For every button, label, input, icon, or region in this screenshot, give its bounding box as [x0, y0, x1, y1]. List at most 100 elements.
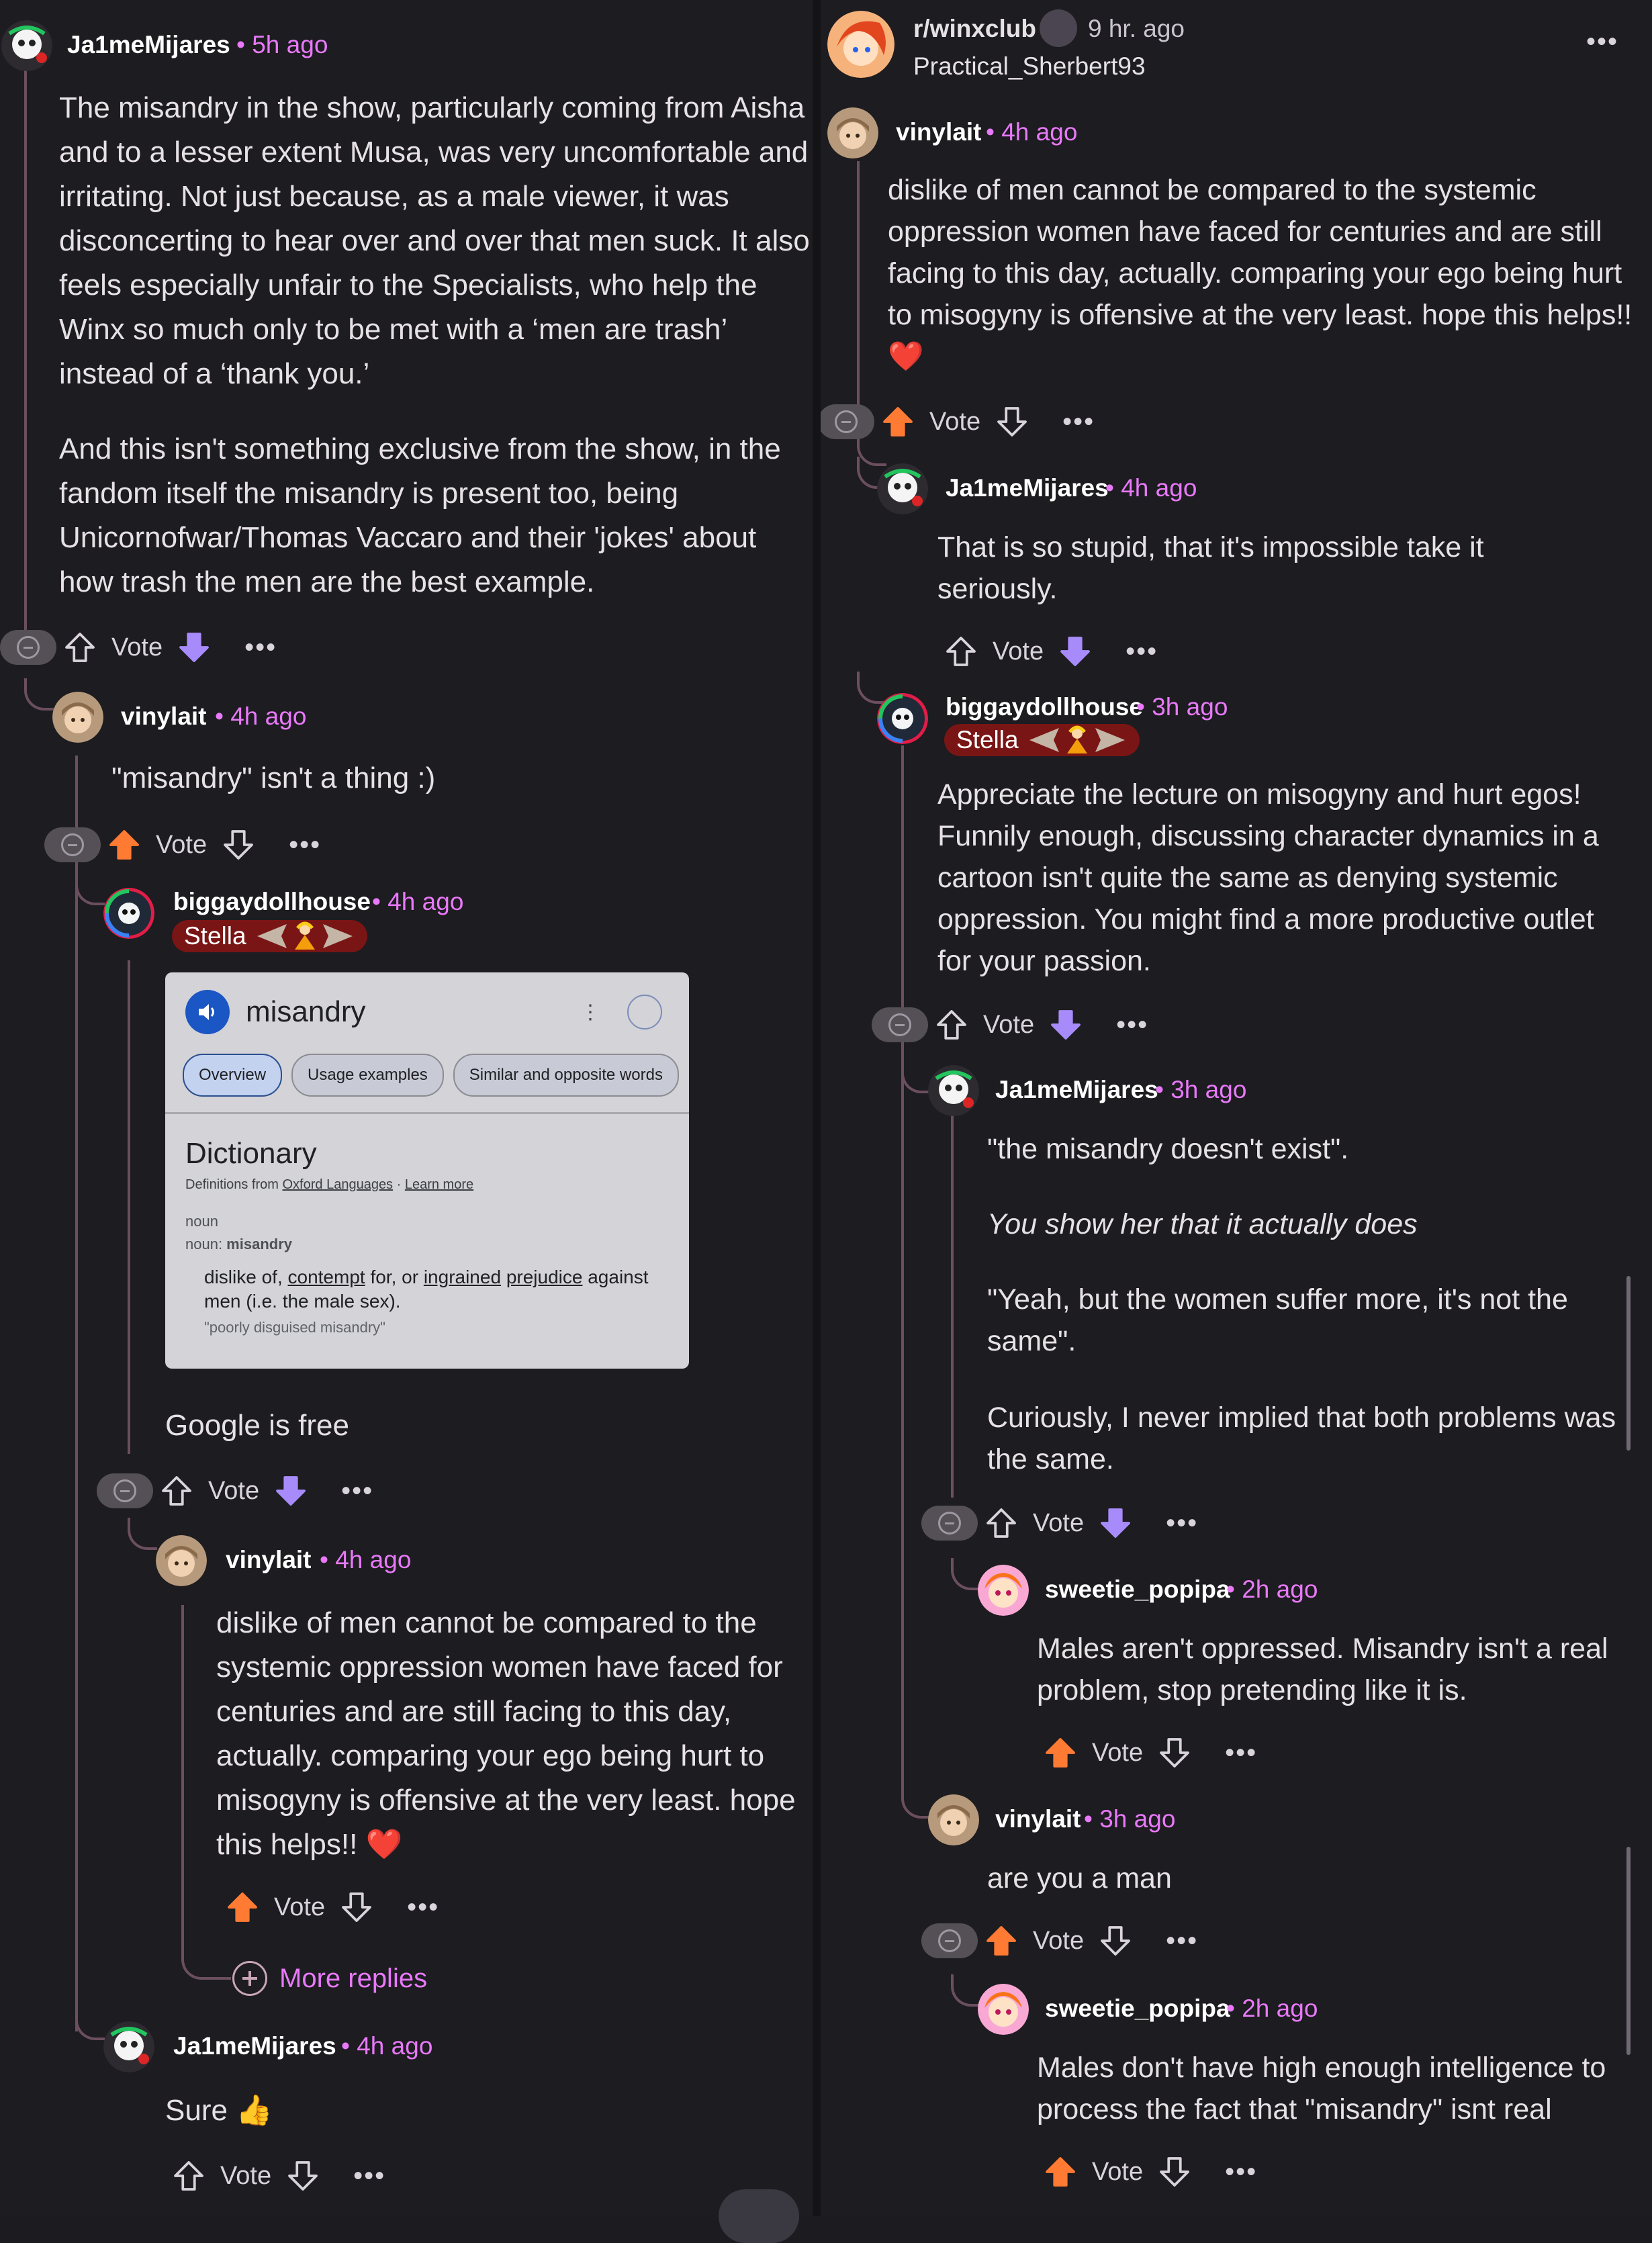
scrollbar[interactable] — [1626, 1276, 1631, 1451]
collapse-button[interactable] — [921, 1506, 978, 1541]
action-bar: Vote ••• — [44, 825, 321, 865]
user-avatar[interactable] — [877, 463, 928, 514]
upvote-icon[interactable] — [160, 1474, 193, 1508]
username[interactable]: vinylait — [995, 1805, 1081, 1833]
user-flair: Stella — [172, 920, 367, 952]
downvote-icon[interactable] — [286, 2159, 320, 2193]
downvote-icon[interactable] — [340, 1890, 373, 1924]
overflow-menu-icon[interactable]: ••• — [1586, 27, 1618, 57]
upvote-icon[interactable] — [63, 631, 97, 664]
more-replies-button[interactable]: More replies — [232, 1961, 427, 1996]
username[interactable]: biggaydollhouse — [946, 693, 1143, 721]
subreddit-name[interactable]: r/winxclub — [913, 15, 1036, 43]
downvote-icon[interactable] — [1099, 1506, 1132, 1540]
user-avatar[interactable] — [877, 693, 928, 744]
timestamp: • 5h ago — [236, 31, 328, 58]
vote-label: Vote — [1092, 1738, 1144, 1767]
downvote-icon[interactable] — [1099, 1924, 1132, 1958]
username[interactable]: Ja1meMijares — [946, 474, 1109, 502]
tab-similar-opposite: Similar and opposite words — [453, 1054, 679, 1097]
user-avatar[interactable] — [928, 1794, 979, 1845]
more-options-icon[interactable]: ••• — [1126, 637, 1158, 667]
username[interactable]: vinylait — [896, 118, 982, 146]
more-options-icon[interactable]: ••• — [1166, 1926, 1198, 1956]
more-options-icon[interactable]: ••• — [1062, 407, 1095, 437]
downvote-icon[interactable] — [274, 1474, 308, 1508]
username[interactable]: Ja1meMijares — [67, 31, 230, 59]
collapse-icon — [61, 833, 84, 856]
subreddit-icon[interactable] — [827, 11, 894, 78]
upvote-icon[interactable] — [984, 1506, 1018, 1540]
more-options-icon[interactable]: ••• — [353, 2161, 385, 2191]
more-options-icon[interactable]: ••• — [341, 1476, 373, 1506]
upvote-icon[interactable] — [935, 1008, 968, 1042]
username[interactable]: Ja1meMijares — [173, 2032, 336, 2060]
username[interactable]: vinylait — [226, 1546, 312, 1574]
thread-elbow — [951, 1974, 980, 2007]
more-options-icon[interactable]: ••• — [1166, 1508, 1198, 1539]
timestamp: • 4h ago — [986, 118, 1078, 146]
upvote-icon[interactable] — [107, 828, 141, 862]
user-avatar[interactable] — [978, 1984, 1029, 2035]
user-avatar[interactable] — [827, 107, 878, 158]
user-avatar[interactable] — [52, 692, 103, 743]
more-options-icon[interactable]: ••• — [244, 633, 277, 663]
upvote-icon[interactable] — [226, 1890, 259, 1924]
downvote-icon[interactable] — [1158, 1736, 1191, 1770]
more-options-icon[interactable]: ••• — [1225, 2157, 1257, 2187]
collapse-icon — [938, 1512, 961, 1535]
more-options-icon[interactable]: ••• — [289, 830, 321, 860]
collapse-button[interactable] — [821, 404, 874, 439]
vote-label: Vote — [220, 2161, 272, 2190]
vote-label: Vote — [274, 1892, 326, 1921]
panel-divider — [813, 0, 821, 2216]
user-avatar[interactable] — [978, 1565, 1029, 1616]
username[interactable]: sweetie_popipa — [1045, 1995, 1230, 2023]
user-avatar[interactable] — [103, 888, 154, 939]
downvote-icon[interactable] — [222, 828, 255, 862]
vote-label: Vote — [929, 407, 981, 436]
example: "poorly disguised misandry" — [204, 1319, 385, 1336]
more-options-icon[interactable]: ••• — [1116, 1010, 1148, 1040]
op-username[interactable]: Practical_Sherbert93 — [913, 52, 1146, 81]
username[interactable]: biggaydollhouse — [173, 888, 371, 916]
collapse-button[interactable] — [44, 827, 101, 862]
username[interactable]: sweetie_popipa — [1045, 1575, 1230, 1604]
action-bar: Vote ••• — [1044, 1733, 1257, 1773]
upvote-icon[interactable] — [944, 635, 978, 668]
user-avatar[interactable] — [103, 2021, 154, 2072]
username[interactable]: vinylait — [121, 702, 207, 731]
downvote-icon[interactable] — [1158, 2155, 1191, 2189]
thread-elbow — [901, 1061, 931, 1093]
collapse-button[interactable] — [0, 630, 56, 665]
downvote-icon[interactable] — [995, 405, 1029, 439]
vote-label: Vote — [1033, 1926, 1085, 1955]
downvote-icon[interactable] — [1049, 1008, 1083, 1042]
upvote-icon[interactable] — [172, 2159, 205, 2193]
username[interactable]: Ja1meMijares — [995, 1076, 1158, 1104]
upvote-icon[interactable] — [881, 405, 915, 439]
scrollbar[interactable] — [1626, 1847, 1631, 2055]
more-options-icon[interactable]: ••• — [407, 1892, 439, 1923]
user-avatar[interactable] — [1, 20, 52, 71]
downvote-icon[interactable] — [177, 631, 211, 664]
speaker-icon — [185, 990, 230, 1034]
collapse-button[interactable] — [97, 1473, 153, 1508]
timestamp: • 4h ago — [320, 1546, 412, 1573]
upvote-icon[interactable] — [1044, 2155, 1077, 2189]
action-bar: Vote ••• — [1044, 2152, 1257, 2192]
thread-elbow — [75, 873, 105, 905]
collapse-button[interactable] — [921, 1923, 978, 1958]
timestamp: • 4h ago — [215, 702, 307, 730]
more-options-icon[interactable]: ••• — [1225, 1738, 1257, 1768]
kebab-icon: ⋮ — [580, 1001, 600, 1023]
upvote-icon[interactable] — [1044, 1736, 1077, 1770]
user-avatar[interactable] — [928, 1065, 979, 1116]
downvote-icon[interactable] — [1058, 635, 1092, 668]
home-indicator[interactable] — [719, 2189, 799, 2243]
upvote-icon[interactable] — [984, 1924, 1018, 1958]
timestamp: • 4h ago — [341, 2032, 433, 2060]
collapse-button[interactable] — [872, 1007, 928, 1042]
user-avatar[interactable] — [156, 1535, 207, 1586]
dictionary-word: misandry — [246, 995, 366, 1028]
